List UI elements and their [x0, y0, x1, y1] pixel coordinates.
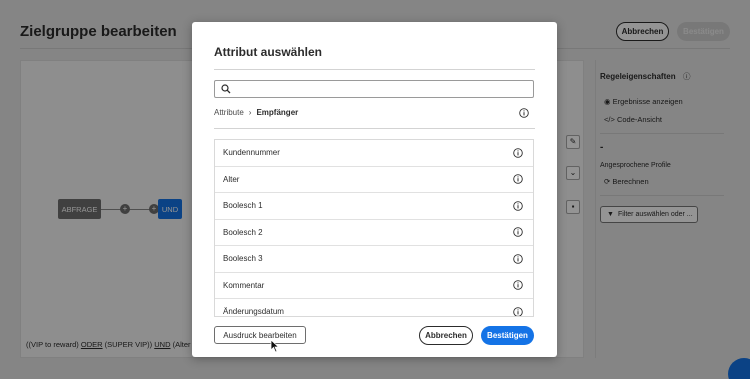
attribute-picker-dialog: Attribut auswählen Attribute › Empfänger…: [192, 22, 557, 357]
breadcrumb-separator: ›: [248, 108, 252, 117]
list-item[interactable]: Boolesch 2: [215, 220, 533, 246]
list-item[interactable]: Kommentar: [215, 273, 533, 299]
mouse-pointer-icon: [270, 339, 280, 353]
attribute-search-field[interactable]: [214, 80, 534, 98]
list-item[interactable]: Boolesch 1: [215, 193, 533, 220]
list-item-label: Änderungsdatum: [223, 307, 284, 317]
search-input[interactable]: [235, 84, 533, 94]
info-icon[interactable]: [513, 227, 523, 238]
breadcrumb-divider: [214, 128, 535, 129]
breadcrumb-current: Empfänger: [256, 108, 299, 117]
list-item-label: Alter: [223, 174, 240, 184]
confirm-button[interactable]: Bestätigen: [481, 326, 534, 345]
list-item-label: Boolesch 2: [223, 227, 263, 237]
list-item-label: Kommentar: [223, 280, 265, 290]
list-item-label: Boolesch 3: [223, 254, 263, 264]
list-item[interactable]: Boolesch 3: [215, 246, 533, 273]
info-icon[interactable]: [513, 174, 523, 185]
info-icon[interactable]: [513, 307, 523, 317]
info-icon[interactable]: [513, 147, 523, 158]
list-item-label: Kundennummer: [223, 148, 280, 158]
info-icon[interactable]: [513, 200, 523, 211]
breadcrumb-root-link[interactable]: Attribute: [214, 108, 244, 117]
list-item[interactable]: Änderungsdatum: [215, 299, 533, 317]
info-icon[interactable]: [519, 108, 529, 118]
search-icon: [221, 84, 231, 94]
list-item[interactable]: Kundennummer: [215, 140, 533, 167]
dialog-title-divider: [214, 69, 535, 70]
info-icon[interactable]: [513, 253, 523, 264]
cancel-button[interactable]: Abbrechen: [419, 326, 473, 345]
attribute-list: Kundennummer Alter Boolesch 1 Boolesch 2…: [214, 139, 534, 317]
info-icon[interactable]: [513, 280, 523, 291]
dialog-title: Attribut auswählen: [214, 45, 323, 59]
edit-expression-button[interactable]: Ausdruck bearbeiten: [214, 326, 306, 344]
list-item[interactable]: Alter: [215, 167, 533, 193]
list-item-label: Boolesch 1: [223, 201, 263, 211]
breadcrumb: Attribute › Empfänger: [214, 108, 298, 117]
